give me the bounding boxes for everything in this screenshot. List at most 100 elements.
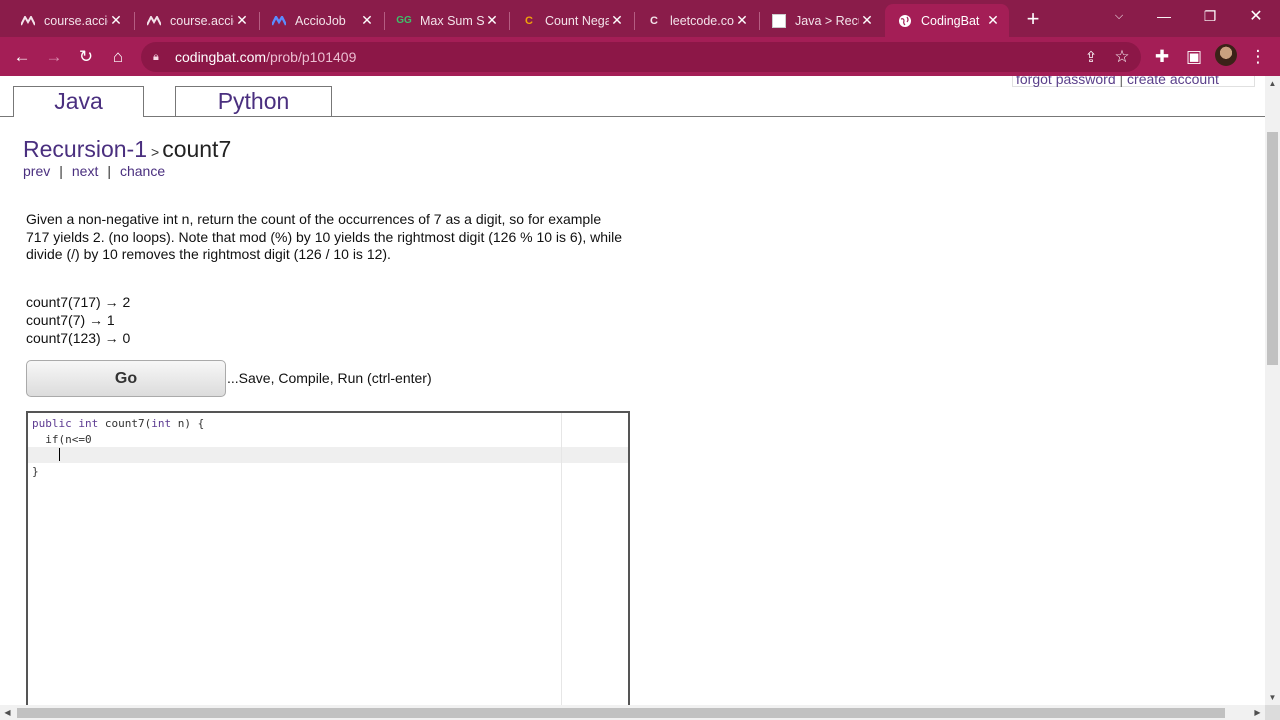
- window-close-button[interactable]: ✕: [1233, 0, 1279, 32]
- scroll-left-icon[interactable]: ◀: [0, 705, 15, 720]
- example-line: count7(7) → 1: [26, 312, 115, 328]
- tab-title: AccioJob: [295, 13, 346, 28]
- globe-icon: [897, 13, 913, 29]
- bookmark-star-icon[interactable]: ☆: [1108, 43, 1136, 71]
- breadcrumb-separator: >: [151, 144, 160, 160]
- tab-title: Count Nega: [545, 13, 609, 28]
- go-button[interactable]: Go: [26, 360, 226, 397]
- acciojob-icon: [271, 13, 287, 29]
- create-account-link[interactable]: create account: [1127, 76, 1219, 87]
- examples-list: count7(717) → 2 count7(7) → 1 count7(123…: [26, 293, 130, 347]
- close-icon[interactable]: ✕: [234, 12, 250, 29]
- next-link[interactable]: next: [72, 163, 98, 179]
- close-icon[interactable]: ✕: [859, 12, 875, 29]
- tab-title: Max Sum S: [420, 13, 484, 28]
- breadcrumb-parent-link[interactable]: Recursion-1: [23, 136, 147, 162]
- tab-search-chevron-icon[interactable]: ⌵: [1096, 0, 1142, 32]
- leetcode-icon: C: [525, 14, 533, 27]
- url-host: codingbat.com: [175, 49, 267, 65]
- close-icon[interactable]: ✕: [108, 12, 124, 29]
- browser-tab[interactable]: C Count Nega ✕: [509, 4, 633, 37]
- close-icon[interactable]: ✕: [484, 12, 500, 29]
- browser-tab[interactable]: AccioJob ✕: [259, 4, 383, 37]
- vertical-scrollbar[interactable]: ▲ ▼: [1265, 76, 1280, 705]
- browser-tab[interactable]: course.accio ✕: [8, 4, 132, 37]
- problem-nav: prev | next | chance: [23, 163, 165, 179]
- minimize-button[interactable]: —: [1141, 0, 1187, 32]
- new-tab-button[interactable]: +: [1020, 6, 1046, 32]
- tab-title: Java > Recu: [795, 13, 859, 28]
- browser-tab[interactable]: C leetcode.co ✕: [634, 4, 758, 37]
- reload-icon[interactable]: ↻: [72, 43, 100, 71]
- lock-icon: 🔒︎: [153, 50, 159, 63]
- profile-avatar[interactable]: [1215, 44, 1237, 66]
- code-line: }: [32, 465, 39, 478]
- code-line: public int count7(int n) {: [32, 416, 204, 432]
- tab-title: course.accio: [170, 13, 234, 28]
- codingbat-page-icon: [771, 13, 787, 29]
- tab-title: leetcode.co: [670, 13, 734, 28]
- scroll-down-icon[interactable]: ▼: [1265, 690, 1280, 705]
- code-keyword: int: [151, 417, 172, 430]
- side-panel-icon[interactable]: ▣: [1180, 43, 1208, 71]
- browser-tab[interactable]: Java > Recu ✕: [759, 4, 883, 37]
- code-line: [32, 448, 204, 464]
- code-keyword: int: [78, 417, 99, 430]
- code-text[interactable]: public int count7(int n) { if(n<=0 }: [32, 416, 204, 480]
- forward-arrow-icon[interactable]: →: [40, 43, 68, 71]
- extensions-puzzle-icon[interactable]: ✚: [1148, 43, 1176, 71]
- example-line: count7(717) → 2: [26, 294, 131, 310]
- home-icon[interactable]: ⌂: [104, 43, 132, 71]
- restore-button[interactable]: ❐: [1187, 0, 1233, 32]
- example-line: count7(123) → 0: [26, 330, 131, 346]
- go-hint: ...Save, Compile, Run (ctrl-enter): [227, 370, 432, 386]
- horizontal-scrollbar[interactable]: ◀ ▶: [0, 705, 1265, 720]
- browser-tab-active[interactable]: CodingBat ✕: [885, 4, 1009, 37]
- nav-separator: |: [59, 163, 63, 179]
- close-icon[interactable]: ✕: [985, 12, 1001, 29]
- gfg-icon: GG: [396, 15, 412, 26]
- problem-description: Given a non-negative int n, return the c…: [26, 211, 623, 262]
- accio-icon: [146, 13, 162, 29]
- codingbat-page: forgot password | create account Java Py…: [0, 76, 1265, 705]
- tab-title: course.accio: [44, 13, 108, 28]
- code-editor[interactable]: public int count7(int n) { if(n<=0 }: [26, 411, 630, 705]
- vertical-scroll-thumb[interactable]: [1267, 132, 1278, 365]
- tab-python[interactable]: Python: [175, 86, 332, 116]
- back-arrow-icon[interactable]: ←: [8, 43, 36, 71]
- share-icon[interactable]: ⇪: [1077, 43, 1105, 71]
- leetcode-icon: C: [650, 14, 658, 27]
- code-keyword: public: [32, 417, 72, 430]
- problem-title: count7: [162, 136, 232, 162]
- code-token: count7(: [104, 417, 152, 430]
- forgot-password-link[interactable]: forgot password: [1016, 76, 1116, 87]
- horizontal-scroll-thumb[interactable]: [17, 708, 1225, 718]
- close-icon[interactable]: ✕: [359, 12, 375, 29]
- link-separator: |: [1119, 76, 1124, 87]
- text-cursor: [58, 448, 60, 461]
- tab-java[interactable]: Java: [13, 86, 144, 117]
- tab-title: CodingBat: [921, 13, 980, 28]
- close-icon[interactable]: ✕: [734, 12, 750, 29]
- accio-icon: [20, 13, 36, 29]
- print-margin: [561, 413, 562, 705]
- nav-separator: |: [107, 163, 111, 179]
- code-line: if(n<=0: [32, 433, 92, 446]
- browser-tab[interactable]: course.accio ✕: [134, 4, 258, 37]
- account-links: forgot password | create account: [1012, 76, 1255, 87]
- address-bar[interactable]: 🔒︎ codingbat.com/prob/p101409: [141, 42, 1141, 72]
- prev-link[interactable]: prev: [23, 163, 50, 179]
- scrollbar-corner: [1265, 705, 1280, 720]
- browser-tab[interactable]: GG Max Sum S ✕: [384, 4, 508, 37]
- browser-tabstrip: course.accio ✕ course.accio ✕ AccioJob ✕…: [0, 0, 1280, 37]
- menu-kebab-icon[interactable]: ⋮: [1244, 43, 1272, 71]
- tab-underline: [0, 116, 1265, 117]
- chance-link[interactable]: chance: [120, 163, 165, 179]
- code-token: n) {: [177, 417, 205, 430]
- url-path: /prob/p101409: [266, 49, 357, 65]
- browser-toolbar: ← → ↻ ⌂ 🔒︎ codingbat.com/prob/p101409 ⇪ …: [0, 37, 1280, 76]
- close-icon[interactable]: ✕: [609, 12, 625, 29]
- scroll-up-icon[interactable]: ▲: [1265, 76, 1280, 91]
- scroll-right-icon[interactable]: ▶: [1250, 705, 1265, 720]
- breadcrumb: Recursion-1 > count7: [23, 136, 231, 163]
